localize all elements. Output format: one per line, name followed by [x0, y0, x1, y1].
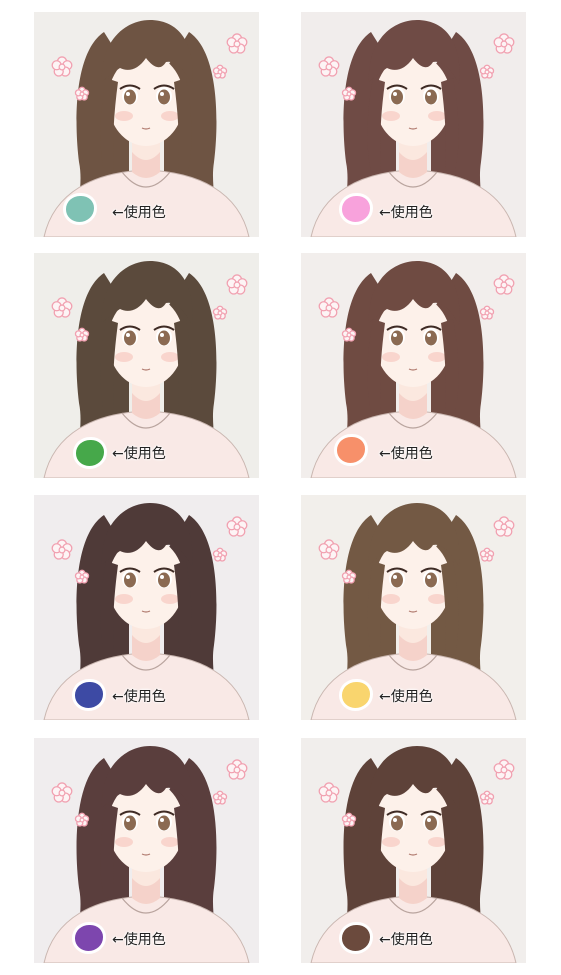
- swatch-label: ←使用色: [379, 446, 433, 462]
- swatch-label: ←使用色: [112, 205, 166, 221]
- flower-icon: [493, 516, 515, 537]
- panel-teal: ←使用色: [34, 12, 259, 237]
- panel-brown: ←使用色: [301, 738, 526, 963]
- flower-icon: [318, 782, 340, 803]
- panel-purple: ←使用色: [34, 738, 259, 963]
- swatch-label: ←使用色: [379, 932, 433, 948]
- swatch-label: ←使用色: [112, 689, 166, 705]
- flower-icon: [212, 305, 228, 320]
- flower-icon: [318, 297, 340, 318]
- flower-icon: [493, 759, 515, 780]
- flower-icon: [318, 56, 340, 77]
- flower-icon: [493, 33, 515, 54]
- swatch-label: ←使用色: [379, 205, 433, 221]
- flower-icon: [51, 56, 73, 77]
- swatch-label: ←使用色: [112, 446, 166, 462]
- panel-indigo: ←使用色: [34, 495, 259, 720]
- flower-icon: [212, 790, 228, 805]
- flower-icon: [51, 297, 73, 318]
- panel-yellow: ←使用色: [301, 495, 526, 720]
- swatch-label: ←使用色: [112, 932, 166, 948]
- panel-orange: ←使用色: [301, 253, 526, 478]
- flower-icon: [226, 516, 248, 537]
- panel-pink: ←使用色: [301, 12, 526, 237]
- flower-icon: [318, 539, 340, 560]
- flower-icon: [479, 64, 495, 79]
- flower-icon: [226, 274, 248, 295]
- flower-icon: [226, 33, 248, 54]
- flower-icon: [212, 64, 228, 79]
- flower-icon: [51, 539, 73, 560]
- illustration-grid: ←使用色 ←使用色 ←使用色 ←使用色 ←使用色 ←使用色 ←使用色 ←使用色: [0, 0, 561, 975]
- flower-icon: [479, 790, 495, 805]
- flower-icon: [493, 274, 515, 295]
- flower-icon: [226, 759, 248, 780]
- swatch-label: ←使用色: [379, 689, 433, 705]
- flower-icon: [479, 547, 495, 562]
- flower-icon: [51, 782, 73, 803]
- panel-green: ←使用色: [34, 253, 259, 478]
- flower-icon: [212, 547, 228, 562]
- flower-icon: [479, 305, 495, 320]
